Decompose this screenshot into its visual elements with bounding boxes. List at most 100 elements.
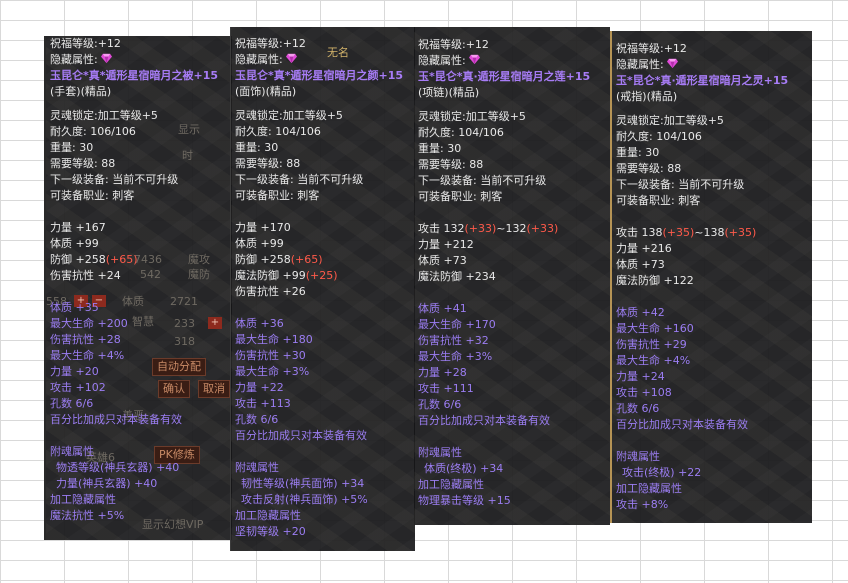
diamond-gem-icon <box>666 58 678 69</box>
base-stat: 伤害抗性 +26 <box>235 285 306 298</box>
extra-stat: 最大生命 +3% <box>235 365 310 378</box>
proc-attr-title: 加工隐藏属性 <box>235 509 301 522</box>
next-equipment: 下一级装备: 当前不可升级 <box>235 173 364 186</box>
base-stat: 力量 +167 <box>50 221 106 234</box>
tooltip-content: 祝福等级:+12 隐藏属性: 玉昆仑*真*遁形星宿暗月之颜+15 (面饰)(精品… <box>235 27 413 540</box>
base-stat: 体质 +73 <box>418 254 467 267</box>
bless-level: 祝福等级:+12 <box>616 42 687 55</box>
soul-lock: 灵魂锁定:加工等级+5 <box>418 110 526 123</box>
equip-job: 可装备职业: 刺客 <box>50 189 135 202</box>
soul-attr-title: 附魂属性 <box>418 446 462 459</box>
base-stat: 力量 +216 <box>616 242 672 255</box>
item-subtitle: (手套)(精品) <box>50 85 112 98</box>
extra-stat: 伤害抗性 +29 <box>616 338 687 351</box>
diamond-gem-icon <box>285 53 297 64</box>
extra-stat: 力量 +20 <box>50 365 99 378</box>
tooltip-content: 祝福等级:+12 隐藏属性: 玉*昆仑*真·遁形星宿暗月之灵+15 (戒指)(精… <box>616 31 810 513</box>
extra-stat: 攻击 +108 <box>616 386 672 399</box>
proc-attr: 攻击 +8% <box>616 498 669 511</box>
soul-attr: 攻击(终极) +22 <box>622 466 702 479</box>
base-stat: 防御 +258(+65) <box>235 253 323 266</box>
base-stat: 体质 +99 <box>50 237 99 250</box>
weight: 重量: 30 <box>418 142 462 155</box>
next-equipment: 下一级装备: 当前不可升级 <box>50 173 179 186</box>
base-stat: 力量 +170 <box>235 221 291 234</box>
extra-stat: 最大生命 +180 <box>235 333 313 346</box>
cutoff-line <box>418 27 608 37</box>
extra-stat: 体质 +35 <box>50 301 99 314</box>
extra-stat: 体质 +36 <box>235 317 284 330</box>
socket-count: 孔数 6/6 <box>235 413 279 426</box>
hidden-attr: 隐藏属性: <box>50 52 230 68</box>
attack-stat: 攻击 132(+33)~132(+33) <box>418 222 559 235</box>
extra-stat: 最大生命 +200 <box>50 317 128 330</box>
extra-stat: 力量 +22 <box>235 381 284 394</box>
extra-stat: 最大生命 +4% <box>50 349 125 362</box>
diamond-gem-icon <box>468 54 480 65</box>
extra-stat: 力量 +28 <box>418 366 467 379</box>
tooltip-ring: 祝福等级:+12 隐藏属性: 玉*昆仑*真·遁形星宿暗月之灵+15 (戒指)(精… <box>610 31 812 523</box>
hidden-attr: 隐藏属性: <box>616 57 810 73</box>
base-stat: 防御 +258(+65) <box>50 253 138 266</box>
cutoff-line <box>235 27 413 36</box>
diamond-gem-icon <box>100 53 112 64</box>
soul-lock: 灵魂锁定:加工等级+5 <box>50 109 158 122</box>
item-title: 玉昆仑*真*遁形星宿暗月之颜+15 <box>235 69 404 82</box>
socket-count: 孔数 6/6 <box>50 397 94 410</box>
base-stat: 体质 +73 <box>616 258 665 271</box>
hidden-attr: 隐藏属性: <box>418 53 608 69</box>
proc-attr-title: 加工隐藏属性 <box>418 478 484 491</box>
base-stat: 伤害抗性 +24 <box>50 269 121 282</box>
base-stat: 魔法防御 +99(+25) <box>235 269 338 282</box>
equip-job: 可装备职业: 刺客 <box>235 189 320 202</box>
next-equipment: 下一级装备: 当前不可升级 <box>616 178 745 191</box>
extra-stat: 最大生命 +170 <box>418 318 496 331</box>
item-subtitle: (项链)(精品) <box>418 86 480 99</box>
next-equipment: 下一级装备: 当前不可升级 <box>418 174 547 187</box>
soul-attr-title: 附魂属性 <box>616 450 660 463</box>
extra-stat: 最大生命 +3% <box>418 350 493 363</box>
base-stat: 魔法防御 +234 <box>418 270 496 283</box>
durability: 耐久度: 104/106 <box>616 130 702 143</box>
proc-attr-title: 加工隐藏属性 <box>50 493 116 506</box>
proc-attr: 魔法抗性 +5% <box>50 509 125 522</box>
extra-stat: 最大生命 +4% <box>616 354 691 367</box>
percent-note: 百分比加成只对本装备有效 <box>50 413 182 426</box>
extra-stat: 体质 +42 <box>616 306 665 319</box>
weight: 重量: 30 <box>235 141 279 154</box>
soul-attr: 物透等级(神兵玄器) +40 <box>56 461 180 474</box>
soul-attr: 韧性等级(神兵面饰) +34 <box>241 477 365 490</box>
extra-stat: 攻击 +102 <box>50 381 106 394</box>
percent-note: 百分比加成只对本装备有效 <box>616 418 748 431</box>
soul-attr: 体质(终极) +34 <box>424 462 504 475</box>
attack-stat: 攻击 138(+35)~138(+35) <box>616 226 757 239</box>
tooltip-content: 祝福等级:+12 隐藏属性: 玉*昆仑*真·遁形星宿暗月之莲+15 (项链)(精… <box>418 27 608 509</box>
soul-attr-title: 附魂属性 <box>50 445 94 458</box>
item-title: 玉*昆仑*真·遁形星宿暗月之灵+15 <box>616 74 789 87</box>
soul-attr: 力量(神兵玄器) +40 <box>56 477 158 490</box>
soul-lock: 灵魂锁定:加工等级+5 <box>616 114 724 127</box>
soul-lock: 灵魂锁定:加工等级+5 <box>235 109 343 122</box>
durability: 耐久度: 104/106 <box>235 125 321 138</box>
required-level: 需要等级: 88 <box>50 157 116 170</box>
item-subtitle: (戒指)(精品) <box>616 90 678 103</box>
soul-attr: 攻击反射(神兵面饰) +5% <box>241 493 368 506</box>
tooltip-mask: 无名 祝福等级:+12 隐藏属性: 玉昆仑*真*遁形星宿暗月之颜+15 (面饰)… <box>230 27 415 551</box>
socket-count: 孔数 6/6 <box>616 402 660 415</box>
extra-stat: 伤害抗性 +28 <box>50 333 121 346</box>
required-level: 需要等级: 88 <box>235 157 301 170</box>
tooltip-content: 祝福等级:+12 隐藏属性: 玉昆仑*真*遁形星宿暗月之被+15 (手套)(精品… <box>50 36 230 524</box>
extra-stat: 力量 +24 <box>616 370 665 383</box>
item-title: 玉昆仑*真*遁形星宿暗月之被+15 <box>50 69 219 82</box>
percent-note: 百分比加成只对本装备有效 <box>235 429 367 442</box>
base-stat: 体质 +99 <box>235 237 284 250</box>
tooltip-necklace: 祝福等级:+12 隐藏属性: 玉*昆仑*真·遁形星宿暗月之莲+15 (项链)(精… <box>414 27 610 525</box>
base-stat: 力量 +212 <box>418 238 474 251</box>
extra-stat: 伤害抗性 +32 <box>418 334 489 347</box>
durability: 耐久度: 106/106 <box>50 125 136 138</box>
proc-attr: 坚韧等级 +20 <box>235 525 306 538</box>
hidden-attr: 隐藏属性: <box>235 52 413 68</box>
percent-note: 百分比加成只对本装备有效 <box>418 414 550 427</box>
required-level: 需要等级: 88 <box>418 158 484 171</box>
bless-level: 祝福等级:+12 <box>50 37 121 50</box>
